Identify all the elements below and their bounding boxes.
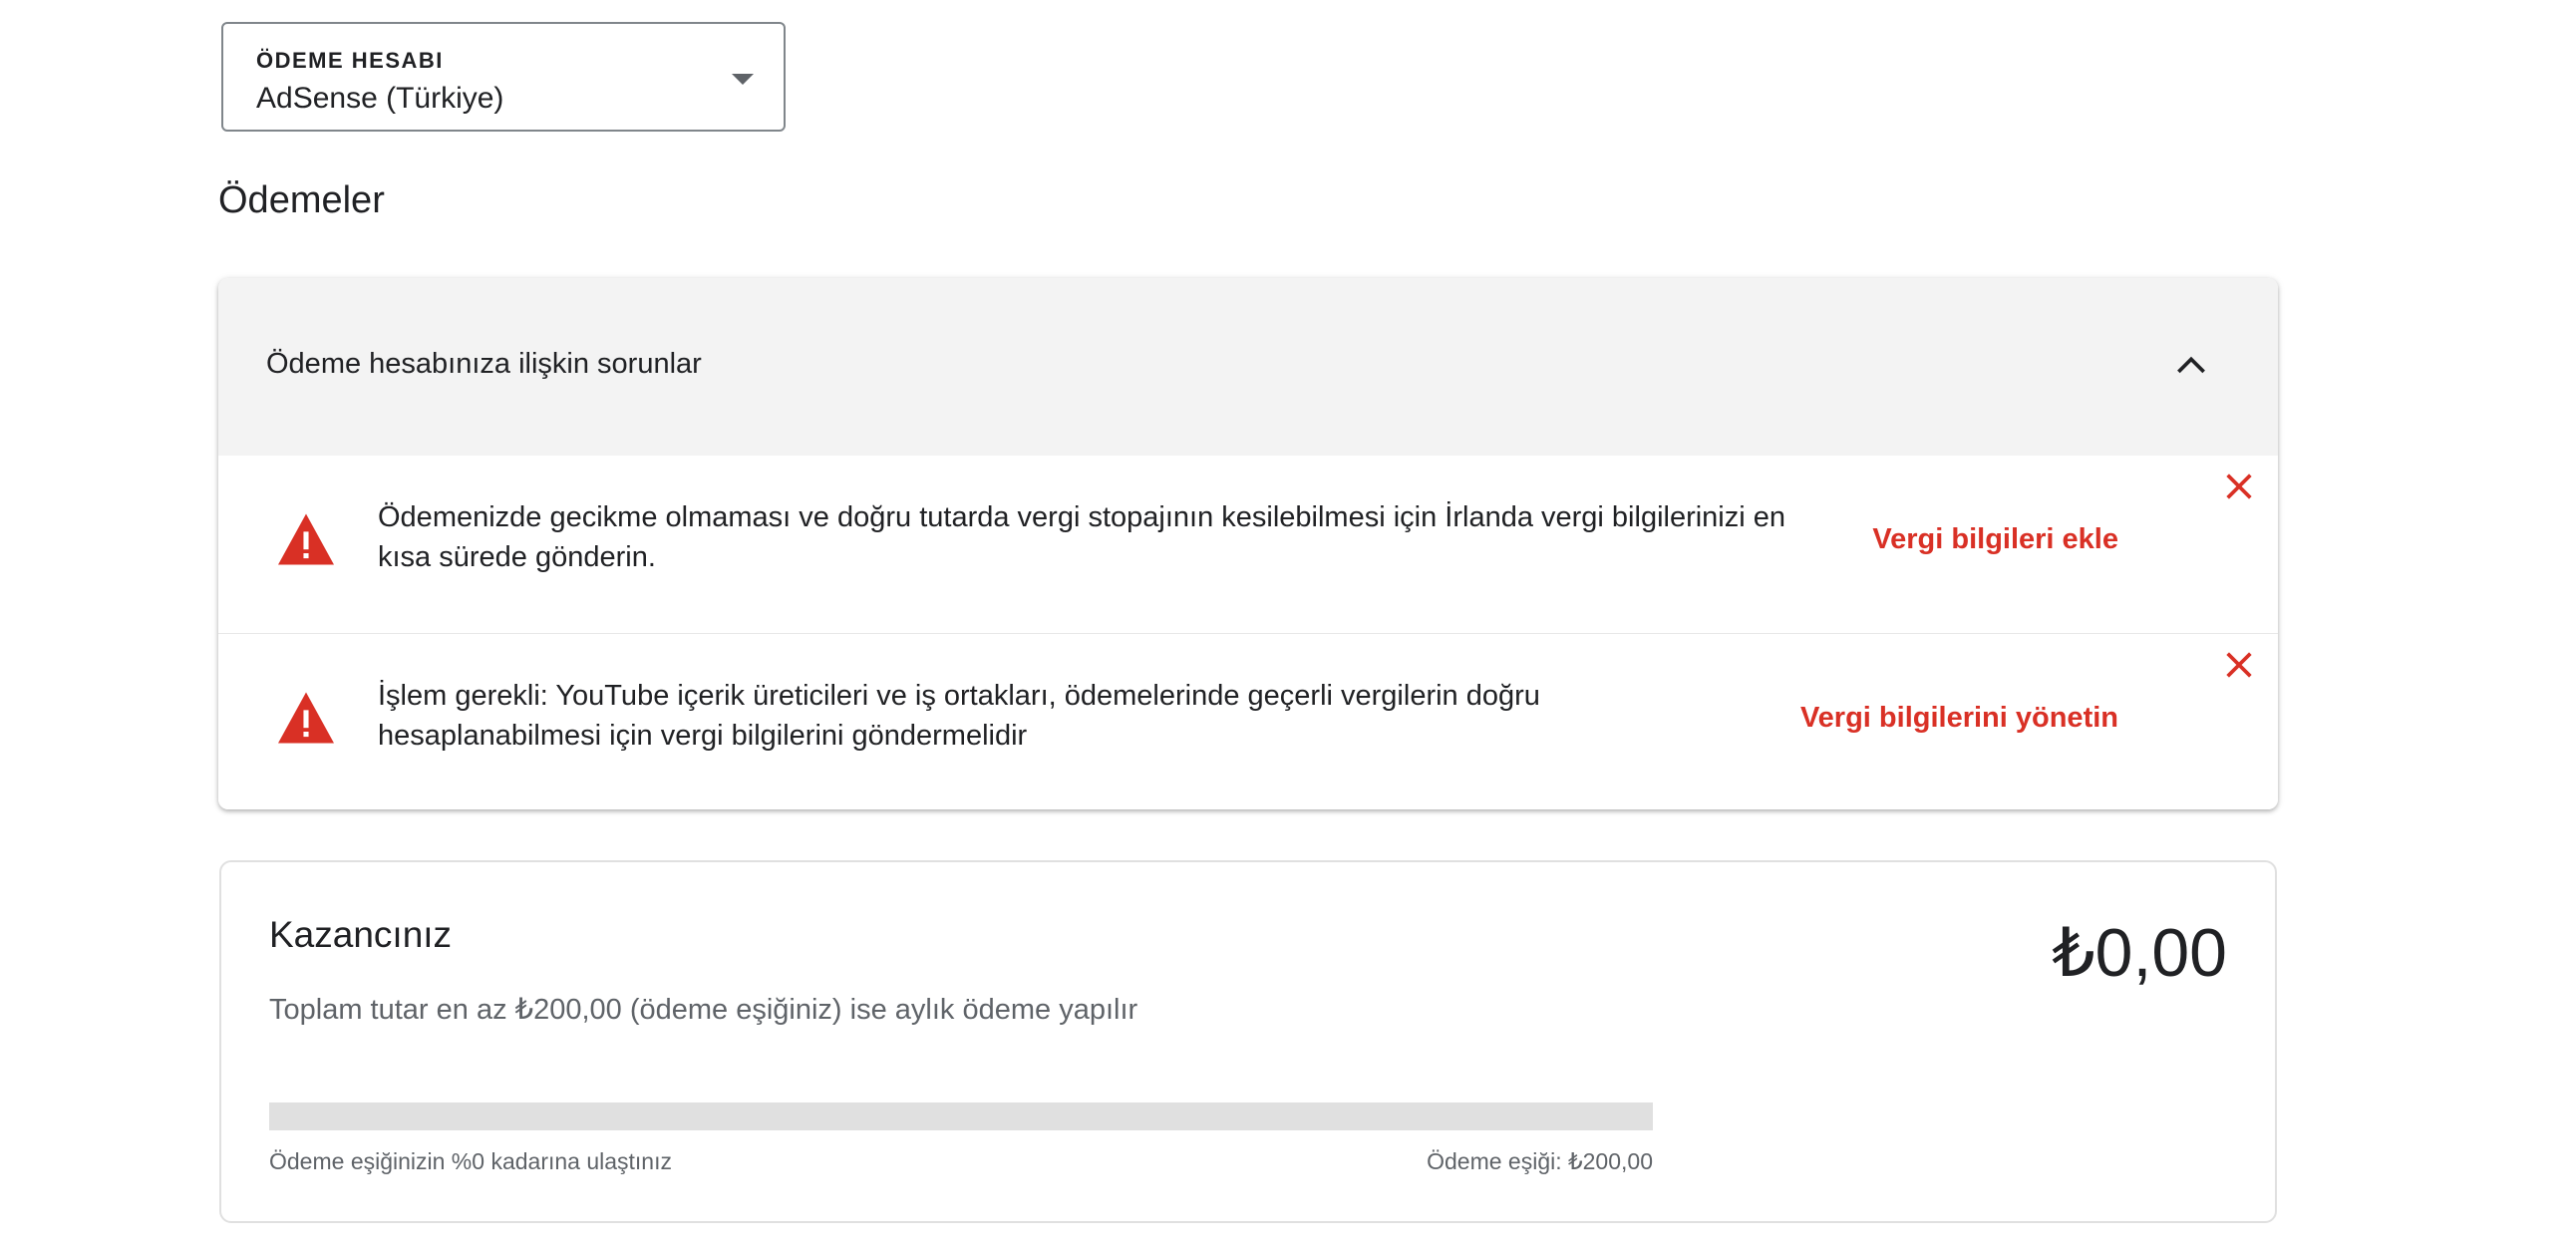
payment-threshold-progress-bar: [269, 1102, 1653, 1130]
issue-row: İşlem gerekli: YouTube içerik üreticiler…: [218, 634, 2278, 809]
earnings-amount: ₺0,00: [2052, 915, 2227, 991]
progress-percent-label: Ödeme eşiğinizin %0 kadarına ulaştınız: [269, 1148, 672, 1174]
chevron-up-icon: [2177, 356, 2205, 374]
issue-message: Ödemenizde gecikme olmaması ve doğru tut…: [378, 501, 1786, 573]
account-issues-card: Ödeme hesabınıza ilişkin sorunlar Ödemen…: [218, 278, 2278, 809]
close-icon[interactable]: [2222, 648, 2256, 682]
issues-header-title: Ödeme hesabınıza ilişkin sorunlar: [266, 348, 702, 380]
issues-header-toggle[interactable]: Ödeme hesabınıza ilişkin sorunlar: [218, 278, 2278, 456]
page-title: Ödemeler: [218, 179, 385, 221]
warning-icon: [278, 692, 334, 744]
payment-account-value: AdSense (Türkiye): [256, 82, 504, 115]
issue-message: İşlem gerekli: YouTube içerik üreticiler…: [378, 680, 1540, 752]
issue-row: Ödemenizde gecikme olmaması ve doğru tut…: [218, 456, 2278, 634]
warning-icon: [278, 513, 334, 565]
payment-account-dropdown[interactable]: ÖDEME HESABI AdSense (Türkiye): [221, 22, 786, 132]
add-tax-info-link[interactable]: Vergi bilgileri ekle: [1872, 523, 2118, 556]
earnings-card: Kazancınız ₺0,00 Toplam tutar en az ₺200…: [219, 860, 2277, 1223]
payment-account-label: ÖDEME HESABI: [256, 48, 444, 73]
close-icon[interactable]: [2222, 470, 2256, 503]
dropdown-arrow-icon: [732, 74, 754, 85]
earnings-title: Kazancınız: [269, 914, 453, 955]
payments-page: ÖDEME HESABI AdSense (Türkiye) Ödemeler …: [0, 0, 2576, 1256]
manage-tax-info-link[interactable]: Vergi bilgilerini yönetin: [1800, 702, 2118, 735]
earnings-description: Toplam tutar en az ₺200,00 (ödeme eşiğin…: [269, 994, 1138, 1026]
